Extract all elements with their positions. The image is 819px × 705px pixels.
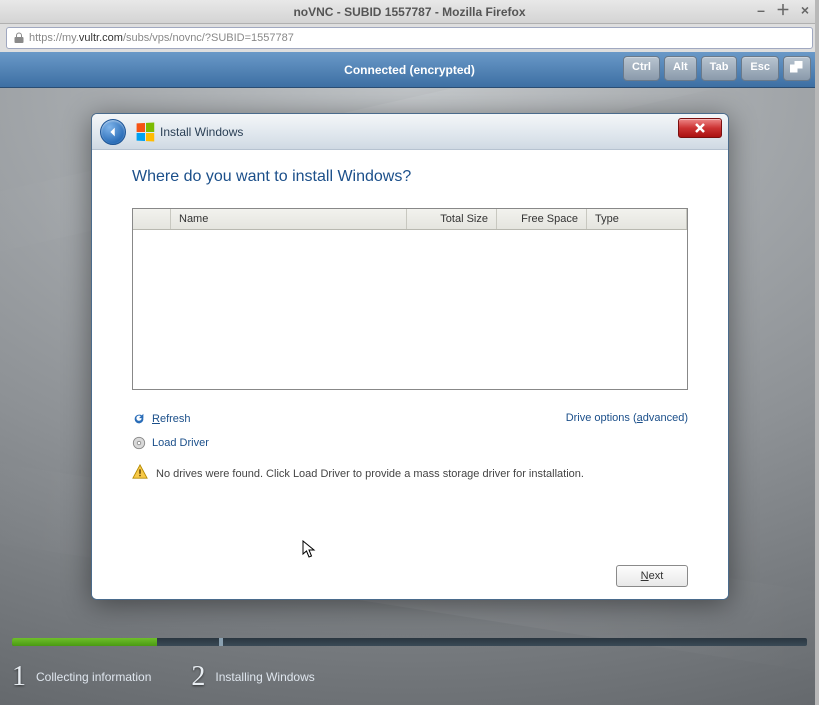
url-domain: vultr.com [79,32,123,44]
col-total-size[interactable]: Total Size [407,209,497,229]
install-progress-separator [219,638,223,646]
col-type[interactable]: Type [587,209,687,229]
step-2: 2 Installing Windows [191,661,314,693]
novnc-status-bar: Connected (encrypted) Ctrl Alt Tab Esc [0,52,819,88]
step-1: 1 Collecting information [12,661,151,693]
drive-list-header: Name Total Size Free Space Type [133,209,687,230]
close-button[interactable]: × [797,3,813,19]
disc-icon [132,436,146,450]
minimize-button[interactable]: – [753,3,769,19]
warning-row: No drives were found. Click Load Driver … [132,464,688,483]
installer-close-button[interactable] [678,118,722,138]
load-driver-link[interactable]: Load Driver [152,437,209,449]
col-free-space[interactable]: Free Space [497,209,587,229]
drive-list[interactable]: Name Total Size Free Space Type [132,208,688,390]
key-ctrl[interactable]: Ctrl [623,56,660,81]
firefox-titlebar: noVNC - SUBID 1557787 - Mozilla Firefox … [0,0,819,24]
back-button[interactable] [100,119,126,145]
install-steps: 1 Collecting information 2 Installing Wi… [12,661,807,693]
col-name[interactable]: Name [171,209,407,229]
maximize-button[interactable]: ＋ [775,3,791,19]
next-button[interactable]: Next [616,565,688,587]
firefox-title: noVNC - SUBID 1557787 - Mozilla Firefox [293,5,525,19]
installer-titlebar: Install Windows [92,114,728,150]
url-bar[interactable]: https://my.vultr.com/subs/vps/novnc/?SUB… [6,27,813,49]
vnc-canvas[interactable]: Install Windows Where do you want to ins… [0,88,819,705]
warning-icon [132,464,148,483]
key-tab[interactable]: Tab [701,56,738,81]
url-prefix: https://my. [29,32,79,44]
warning-text: No drives were found. Click Load Driver … [156,468,584,480]
drive-list-rows [133,230,687,389]
lock-icon [13,32,25,44]
drive-options-advanced-link[interactable]: Drive options (advanced) [566,412,688,424]
refresh-icon [132,412,146,426]
key-alt[interactable]: Alt [664,56,697,81]
key-extra[interactable] [783,56,811,81]
col-icon[interactable] [133,209,171,229]
firefox-toolbar: https://my.vultr.com/subs/vps/novnc/?SUB… [0,24,819,52]
windows-logo-icon [137,122,155,141]
novnc-status: Connected (encrypted) [344,63,475,77]
install-progress-bar [12,638,807,646]
installer-window: Install Windows Where do you want to ins… [91,113,729,600]
refresh-link[interactable]: Refresh [152,413,191,425]
installer-body: Where do you want to install Windows? Na… [92,150,728,599]
key-esc[interactable]: Esc [741,56,779,81]
url-path: /subs/vps/novnc/?SUBID=1557787 [123,32,294,44]
step-1-label: Collecting information [36,670,151,684]
outer-scrollbar [815,0,819,705]
installer-title: Install Windows [160,125,243,139]
page-heading: Where do you want to install Windows? [132,168,688,186]
step-2-label: Installing Windows [215,670,314,684]
install-progress-fill [12,638,157,646]
